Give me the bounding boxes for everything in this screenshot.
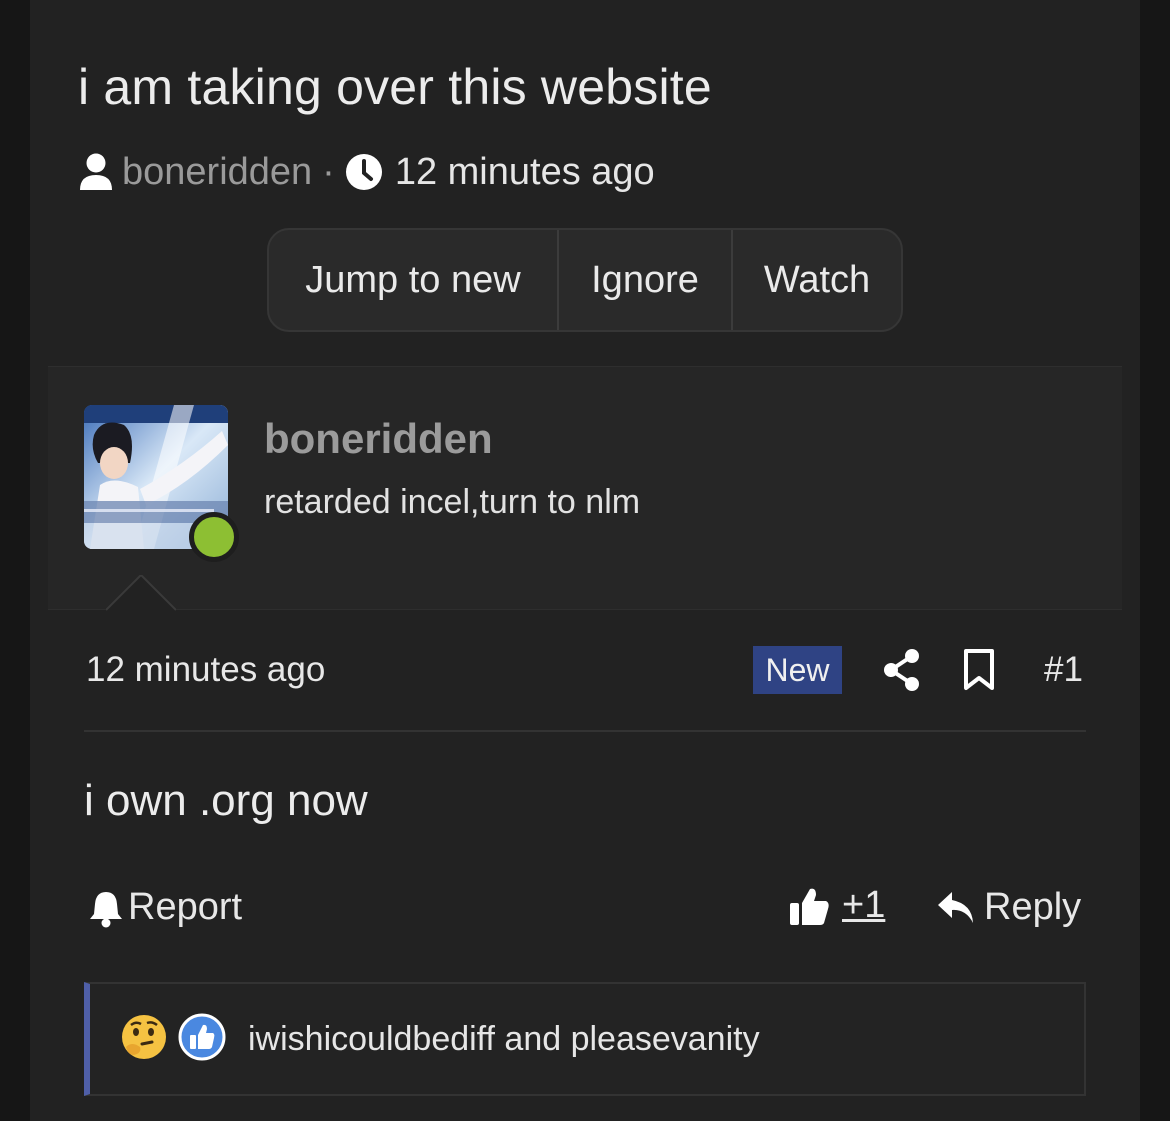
reaction-users-link[interactable]: iwishicouldbediff and pleasevanity (248, 1020, 760, 1059)
reactions-bar[interactable]: iwishicouldbediff and pleasevanity (84, 982, 1086, 1096)
bell-icon (88, 888, 128, 928)
thread-page: i am taking over this website boneridden… (30, 0, 1140, 1121)
like-button[interactable]: +1 (788, 884, 885, 927)
reply-label: Reply (984, 886, 1082, 928)
online-status-indicator (189, 512, 239, 562)
thumbs-up-icon (788, 885, 830, 927)
thread-time[interactable]: 12 minutes ago (395, 151, 655, 194)
thread-author-link[interactable]: boneridden (122, 151, 312, 194)
bookmark-icon[interactable] (962, 648, 996, 697)
clock-icon (345, 153, 383, 191)
reaction-count[interactable]: +1 (842, 884, 885, 927)
post-user-block: boneridden retarded incel,turn to nlm (48, 366, 1122, 611)
reply-button[interactable]: Reply (936, 886, 1081, 929)
share-icon[interactable] (882, 648, 922, 697)
post-actions: Report +1 Reply (88, 880, 1088, 940)
like-reaction-icon (178, 1013, 226, 1066)
post-divider (84, 730, 1086, 732)
report-button[interactable]: Report (88, 886, 242, 929)
post-username[interactable]: boneridden (264, 415, 493, 463)
meta-separator: · (322, 150, 335, 193)
thread-title: i am taking over this website (78, 59, 712, 115)
user-icon (78, 152, 114, 192)
user-title: retarded incel,turn to nlm (264, 483, 641, 521)
post-number-link[interactable]: #1 (1044, 650, 1083, 690)
thinking-emoji-icon (120, 1013, 168, 1066)
watch-button[interactable]: Watch (731, 230, 901, 330)
ignore-button[interactable]: Ignore (557, 230, 731, 330)
thread-meta: boneridden · 12 minutes ago (78, 148, 655, 196)
post-header: 12 minutes ago New #1 (86, 642, 1086, 702)
report-label: Report (128, 886, 243, 928)
post-time[interactable]: 12 minutes ago (86, 650, 325, 690)
thread-action-group: Jump to new Ignore Watch (267, 228, 903, 332)
reply-icon (936, 890, 984, 926)
post-body: i own .org now (84, 776, 368, 825)
jump-to-new-button[interactable]: Jump to new (269, 230, 557, 330)
new-badge: New (753, 646, 842, 694)
